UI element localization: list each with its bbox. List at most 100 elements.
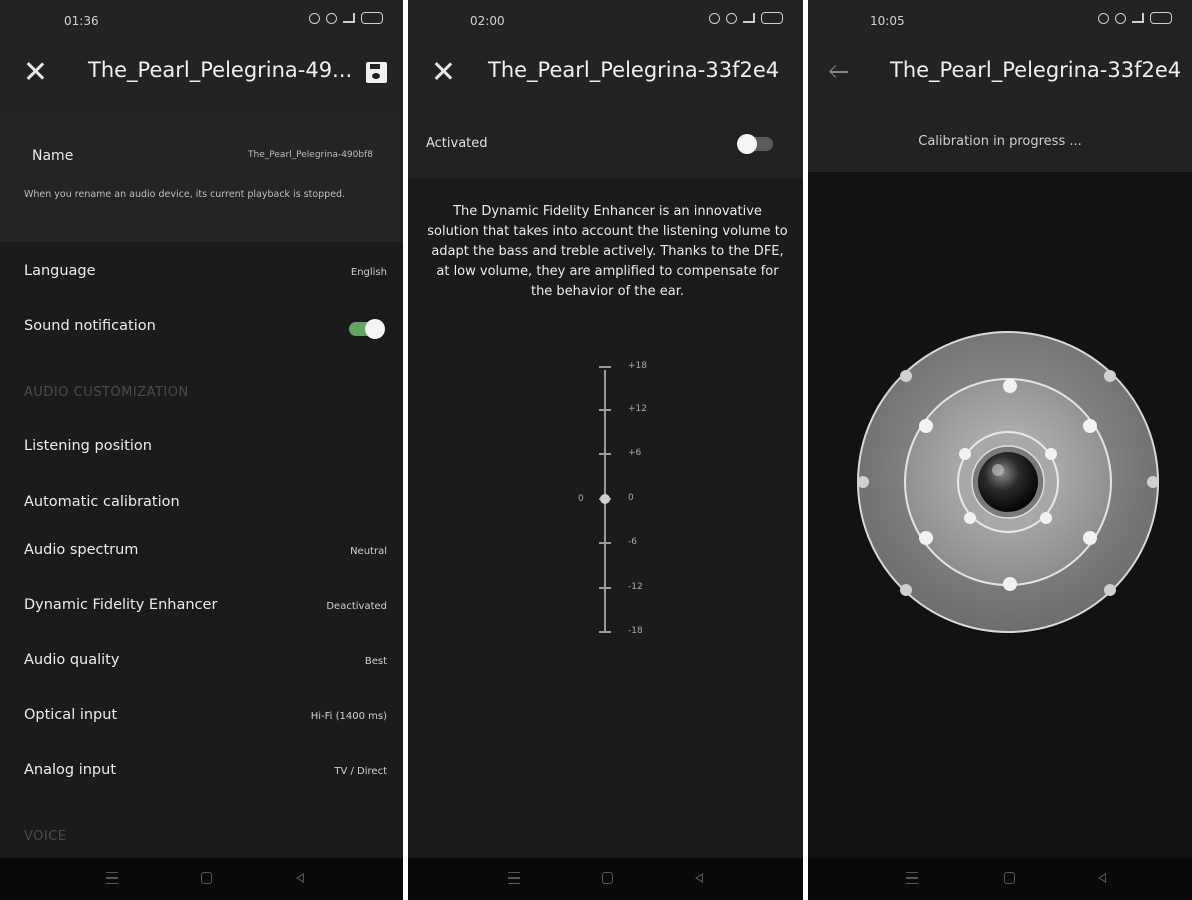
status-icons — [1098, 12, 1172, 24]
setting-row-dfe[interactable]: Dynamic Fidelity Enhancer Deactivated — [0, 582, 403, 636]
battery-icon — [761, 12, 783, 24]
setting-label: Optical input — [24, 707, 118, 723]
position-dot — [1147, 476, 1159, 488]
speaker-sphere — [978, 452, 1038, 512]
scale-tick — [599, 587, 611, 589]
name-setting[interactable]: Name The_Pearl_Pelegrina-490bf8 When you… — [0, 112, 403, 242]
setting-row-optical-input[interactable]: Optical input Hi-Fi (1400 ms) — [0, 692, 403, 746]
scale-tick — [599, 366, 611, 368]
save-icon[interactable] — [366, 62, 387, 83]
position-dot — [900, 584, 912, 596]
sound-notification-toggle[interactable] — [349, 319, 385, 339]
setting-value: Deactivated — [326, 601, 387, 612]
nav-home-icon[interactable] — [602, 872, 613, 884]
nav-menu-icon[interactable] — [906, 872, 918, 884]
scale-label: -18 — [628, 626, 643, 636]
setting-row-listening-position[interactable]: Listening position — [0, 423, 403, 477]
header: 10:05 The_Pearl_Pelegrina-33f2e4 — [808, 0, 1192, 112]
toggle-knob — [737, 134, 757, 154]
scale-label: +18 — [628, 361, 647, 371]
setting-label: Language — [24, 263, 96, 279]
screenshot-collage: 01:36 The_Pearl_Pelegrina-49... Name The… — [0, 0, 1192, 900]
back-arrow-icon[interactable] — [830, 66, 850, 78]
setting-value: Best — [364, 656, 387, 667]
bluetooth-icon — [326, 12, 337, 24]
name-label: Name — [32, 148, 74, 164]
bluetooth-icon — [1115, 12, 1126, 24]
dfe-panel: 02:00 The_Pearl_Pelegrina-33f2e4 Activat… — [408, 0, 803, 900]
alarm-icon — [1098, 12, 1109, 24]
setting-row-sound-notification[interactable]: Sound notification — [0, 303, 403, 357]
settings-panel: 01:36 The_Pearl_Pelegrina-49... Name The… — [0, 0, 403, 900]
dfe-scale: +18 +12 +6 0 -6 -12 -18 0 — [408, 360, 803, 650]
scale-tick — [599, 453, 611, 455]
position-dot — [919, 419, 933, 433]
page-title: The_Pearl_Pelegrina-33f2e4 — [488, 58, 780, 82]
activated-row[interactable]: Activated — [408, 112, 803, 178]
position-dot — [1045, 448, 1057, 460]
nav-home-icon[interactable] — [1004, 872, 1015, 884]
close-icon[interactable] — [22, 58, 48, 84]
status-icons — [309, 12, 383, 24]
nav-home-icon[interactable] — [201, 872, 212, 884]
position-dot — [1083, 531, 1097, 545]
setting-row-analog-input[interactable]: Analog input TV / Direct — [0, 747, 403, 801]
setting-label: Automatic calibration — [24, 494, 180, 510]
status-bar: 02:00 — [408, 10, 803, 34]
nav-back-icon[interactable] — [296, 873, 304, 883]
setting-row-audio-quality[interactable]: Audio quality Best — [0, 637, 403, 691]
nav-back-icon[interactable] — [695, 873, 703, 883]
activated-label: Activated — [426, 136, 488, 151]
page-title: The_Pearl_Pelegrina-33f2e4 — [890, 58, 1182, 82]
nav-bar — [808, 858, 1192, 900]
scale-label: +12 — [628, 404, 647, 414]
current-value-label: 0 — [578, 494, 584, 504]
calibration-status-bar: Calibration in progress ... — [808, 112, 1192, 172]
position-dot — [1083, 419, 1097, 433]
setting-row-language[interactable]: Language English — [0, 248, 403, 302]
section-header-audio: AUDIO CUSTOMIZATION — [24, 385, 189, 400]
calibration-panel: 10:05 The_Pearl_Pelegrina-33f2e4 Calibra… — [808, 0, 1192, 900]
nav-back-icon[interactable] — [1098, 873, 1106, 883]
page-title: The_Pearl_Pelegrina-49... — [88, 58, 353, 82]
bluetooth-icon — [726, 12, 737, 24]
position-dot — [1003, 379, 1017, 393]
activated-toggle[interactable] — [737, 134, 773, 154]
toolbar: The_Pearl_Pelegrina-49... — [0, 44, 403, 104]
alarm-icon — [709, 12, 720, 24]
speaker-rings-graphic — [857, 331, 1159, 633]
setting-label: Dynamic Fidelity Enhancer — [24, 597, 218, 613]
setting-label: Listening position — [24, 438, 152, 454]
status-bar: 10:05 — [808, 10, 1192, 34]
nav-bar — [408, 858, 803, 900]
setting-row-audio-spectrum[interactable]: Audio spectrum Neutral — [0, 527, 403, 581]
speaker-highlight — [992, 464, 1004, 476]
status-bar: 01:36 — [0, 10, 403, 34]
name-value: The_Pearl_Pelegrina-490bf8 — [248, 150, 373, 160]
nav-menu-icon[interactable] — [106, 872, 118, 884]
position-dot — [857, 476, 869, 488]
setting-value: Hi-Fi (1400 ms) — [310, 711, 387, 722]
nav-bar — [0, 858, 403, 900]
scale-slider-knob[interactable] — [600, 494, 610, 504]
section-header-voice: VOICE — [24, 829, 67, 844]
status-icons — [709, 12, 783, 24]
nav-menu-icon[interactable] — [508, 872, 520, 884]
position-dot — [1104, 370, 1116, 382]
calibration-graphic — [808, 172, 1192, 858]
signal-icon — [743, 13, 755, 23]
setting-value: Neutral — [350, 546, 387, 557]
header: 02:00 The_Pearl_Pelegrina-33f2e4 — [408, 0, 803, 112]
position-dot — [1104, 584, 1116, 596]
scale-label: -12 — [628, 582, 643, 592]
header: 01:36 The_Pearl_Pelegrina-49... — [0, 0, 403, 112]
setting-label: Audio spectrum — [24, 542, 139, 558]
calibration-status-text: Calibration in progress ... — [918, 134, 1082, 149]
toggle-knob — [365, 319, 385, 339]
close-icon[interactable] — [430, 58, 456, 84]
setting-label: Audio quality — [24, 652, 120, 668]
signal-icon — [343, 13, 355, 23]
setting-row-automatic-calibration[interactable]: Automatic calibration — [0, 479, 403, 533]
scale-label: -6 — [628, 537, 637, 547]
battery-icon — [361, 12, 383, 24]
